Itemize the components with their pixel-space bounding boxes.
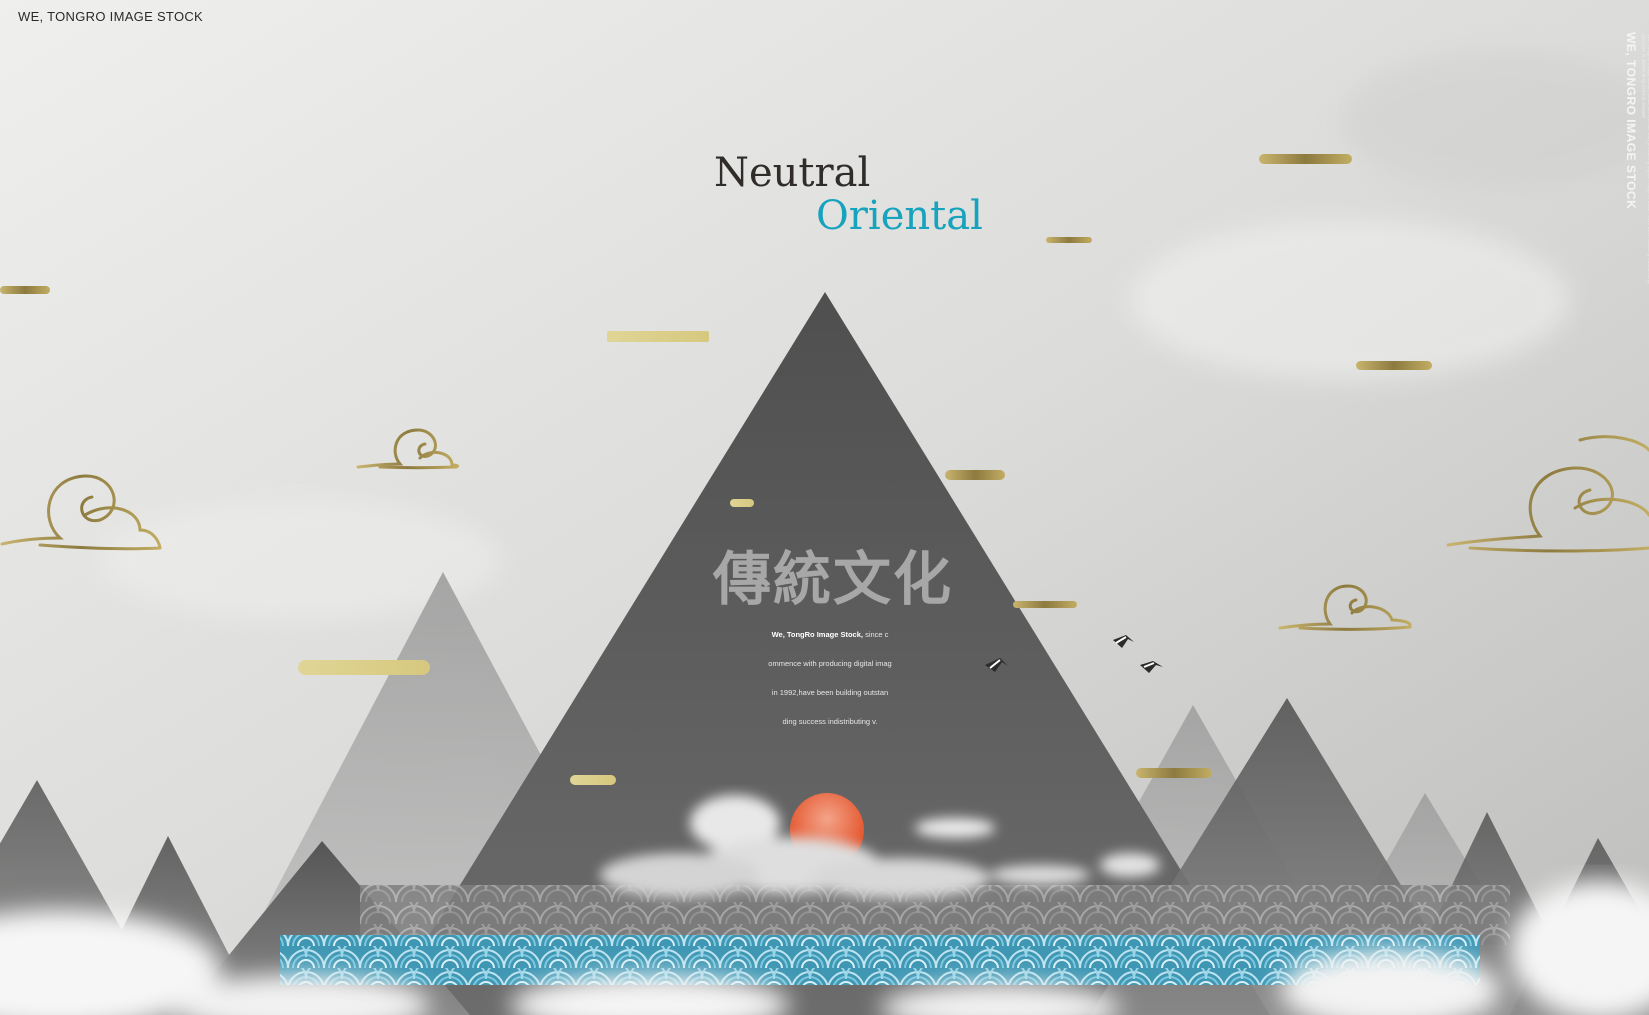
body-bold: We, TongRo Image Stock, [771,630,863,639]
body-line-2: ommence with producing digital imag [768,659,892,668]
brand-label: WE, TONGRO IMAGE STOCK [18,9,204,24]
body-line-3: in 1992,have been building outstan [771,688,889,697]
vertical-fine-print: We, TongRo Image Stock, since commence w… [1640,34,1649,284]
poster: WE, TONGRO IMAGE STOCK Neutral Oriental … [0,0,1649,1015]
headline-cjk: 傳統文化 [713,545,954,613]
title-neutral: Neutral [714,150,871,196]
vertical-brand: WE, TONGRO IMAGE STOCK [1624,32,1638,210]
body-text: We, TongRo Image Stock, since c ommence … [740,630,920,746]
body-line-1-rest: since c [862,630,889,639]
body-line-4: ding success indistributing v. [782,717,878,726]
title-oriental: Oriental [816,193,983,239]
body-line-1: We, TongRo Image Stock, since c [740,630,920,639]
